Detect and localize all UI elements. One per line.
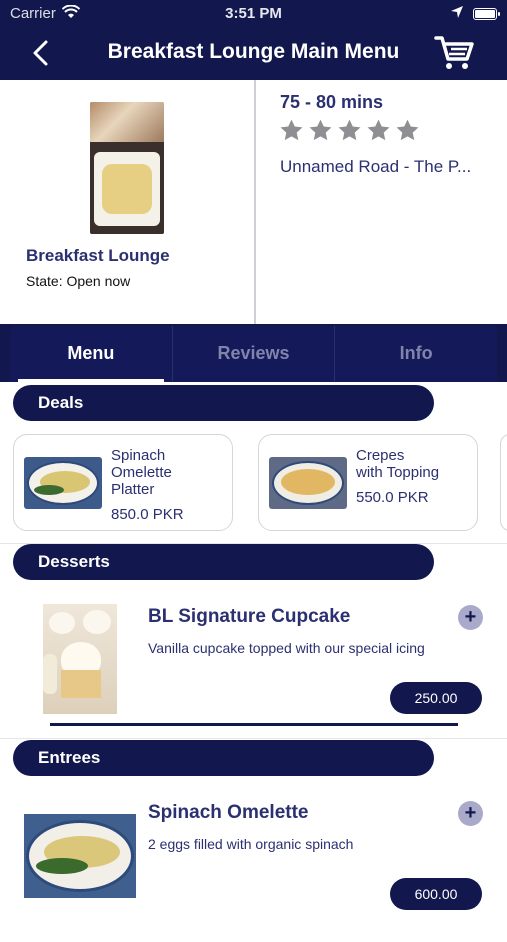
add-item-button[interactable]: + [458, 801, 483, 826]
menu-item-title: Spinach Omelette [148, 802, 309, 823]
restaurant-photo [90, 102, 164, 234]
menu-item-description: Vanilla cupcake topped with our special … [148, 640, 425, 656]
divider [0, 738, 507, 739]
status-bar: Carrier 3:51 PM [0, 0, 507, 28]
deal-image [269, 457, 347, 509]
menu-item-price: 250.00 PKR [390, 682, 482, 738]
star-icon [338, 119, 361, 141]
nav-bar: Carrier 3:51 PM Breakfast Lounge Main Me… [0, 0, 507, 80]
tab-menu[interactable]: Menu [10, 326, 172, 382]
menu-item-image [24, 814, 136, 898]
restaurant-name: Breakfast Lounge [26, 246, 170, 265]
section-header-entrees: Entrees [13, 740, 434, 776]
clock: 3:51 PM [225, 5, 282, 22]
star-icon [280, 119, 303, 141]
deal-image [24, 457, 102, 509]
deal-card[interactable]: Crepes with Topping 550.0 PKR [258, 434, 478, 531]
cart-icon[interactable] [434, 33, 474, 71]
star-icon [396, 119, 419, 141]
star-icon [309, 119, 332, 141]
deal-price: 550.0 PKR [356, 489, 429, 506]
add-item-button[interactable]: + [458, 605, 483, 630]
item-divider [50, 723, 458, 726]
menu-item-description: 2 eggs filled with organic spinach [148, 836, 354, 852]
restaurant-address: Unnamed Road - The P... [280, 157, 472, 176]
restaurant-state: State: Open now [26, 273, 131, 289]
deal-card-partial[interactable] [500, 434, 507, 531]
header-divider [254, 80, 256, 324]
page-title: Breakfast Lounge Main Menu [107, 40, 400, 63]
deal-name: Spinach Omelette Platter [111, 447, 172, 498]
battery-icon [473, 8, 500, 20]
location-arrow-icon [451, 6, 463, 18]
menu-item-price: 600.00 PKR [390, 878, 482, 934]
section-header-deals: Deals [13, 385, 434, 421]
menu-item-image [43, 604, 117, 714]
section-header-desserts: Desserts [13, 544, 434, 580]
star-icon [367, 119, 390, 141]
rating-stars [279, 118, 420, 146]
deal-name: Crepes with Topping [356, 447, 440, 481]
tab-info[interactable]: Info [334, 326, 497, 382]
delivery-time: 75 - 80 mins [280, 92, 384, 112]
tab-reviews[interactable]: Reviews [171, 326, 335, 382]
tab-bar: Menu Reviews Info [10, 326, 497, 382]
deal-card[interactable]: Spinach Omelette Platter 850.0 PKR [13, 434, 233, 531]
menu-item-title: BL Signature Cupcake [148, 606, 351, 627]
deal-price: 850.0 PKR [111, 506, 184, 523]
